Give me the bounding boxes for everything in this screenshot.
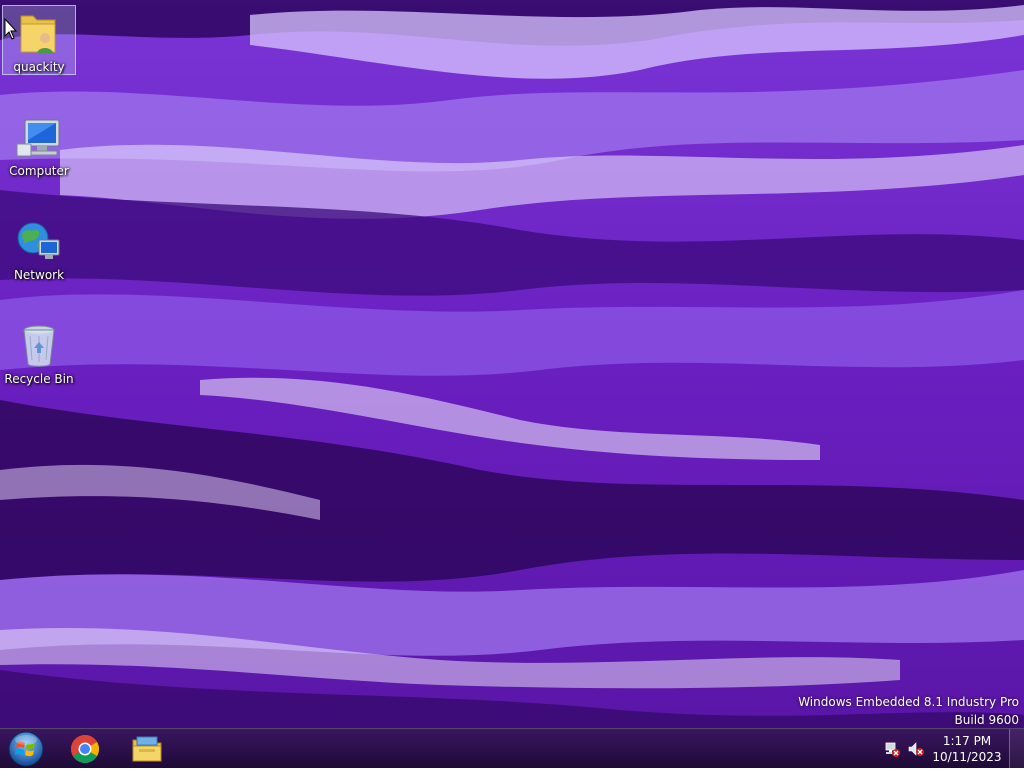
wallpaper <box>0 0 1024 728</box>
desktop-icon-computer[interactable]: Computer <box>2 109 76 179</box>
network-globe-icon <box>17 222 60 259</box>
os-build-text: Build 9600 <box>954 713 1019 727</box>
network-disconnected-icon[interactable] <box>884 741 900 757</box>
clock-date: 10/11/2023 <box>932 750 1002 764</box>
mouse-cursor-icon <box>4 18 18 40</box>
speaker-muted-icon[interactable] <box>908 741 924 757</box>
desktop-icon-network[interactable]: Network <box>2 213 76 283</box>
taskbar-app-chrome[interactable] <box>59 731 111 767</box>
recycle-bin-icon <box>23 325 55 367</box>
taskbar-clock[interactable]: 1:17 PM 10/11/2023 <box>932 733 1002 765</box>
os-version-watermark: Windows Embedded 8.1 Industry Pro Build … <box>798 693 1019 728</box>
desktop-icon-label: Network <box>13 268 65 282</box>
start-button[interactable] <box>6 730 46 768</box>
desktop-icon-label: Recycle Bin <box>4 372 74 386</box>
os-edition-text: Windows Embedded 8.1 Industry Pro <box>798 695 1019 709</box>
taskbar-app-file-explorer[interactable] <box>121 731 173 767</box>
file-explorer-icon <box>132 736 162 762</box>
chrome-icon <box>71 735 99 763</box>
desktop-icon-user-folder[interactable]: quackity <box>2 5 76 75</box>
windows-start-orb-icon <box>8 731 44 767</box>
desktop-icon-recycle-bin[interactable]: Recycle Bin <box>2 317 76 387</box>
computer-icon <box>16 119 60 157</box>
desktop-icon-label: quackity <box>13 60 65 74</box>
desktop[interactable]: quackity Computer Network Recycle Bin Wi… <box>0 0 1024 728</box>
user-folder-icon <box>20 15 56 54</box>
taskbar: 1:17 PM 10/11/2023 <box>0 728 1024 768</box>
show-desktop-button[interactable] <box>1009 729 1024 768</box>
desktop-icon-label: Computer <box>9 164 69 178</box>
system-tray: 1:17 PM 10/11/2023 <box>884 729 1024 769</box>
clock-time: 1:17 PM <box>942 734 992 748</box>
